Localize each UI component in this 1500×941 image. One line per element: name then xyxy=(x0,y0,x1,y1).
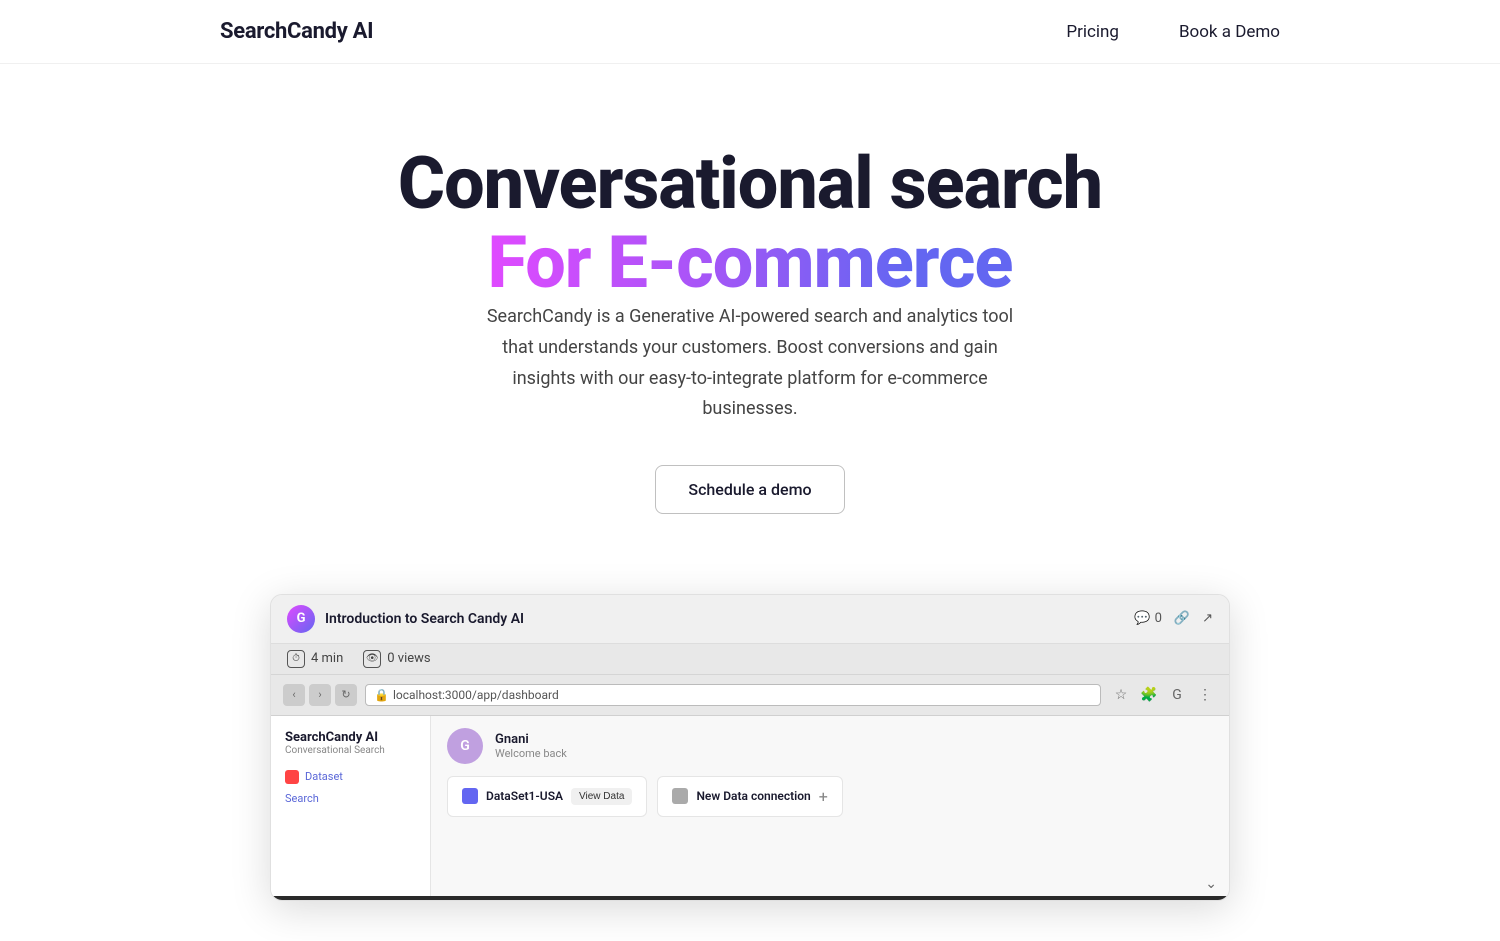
comments-icon: 💬 xyxy=(1134,611,1150,626)
url-text: localhost:3000/app/dashboard xyxy=(393,688,559,702)
view-data-button[interactable]: View Data xyxy=(571,788,632,805)
external-link-icon[interactable]: ↗ xyxy=(1202,611,1213,626)
star-icon[interactable]: ☆ xyxy=(1109,683,1133,707)
logo: SearchCandy AI xyxy=(220,19,373,44)
menu-icon[interactable]: ⋮ xyxy=(1193,683,1217,707)
address-bar[interactable]: 🔒 localhost:3000/app/dashboard xyxy=(365,684,1101,706)
main-nav: Pricing Book a Demo xyxy=(1066,22,1280,42)
video-topbar-right: 💬 0 🔗 ↗ xyxy=(1134,611,1213,626)
hero-title-line2: For E-commerce xyxy=(488,220,1013,305)
dataset-card-icon xyxy=(462,788,478,804)
user-name: Gnani xyxy=(495,732,567,747)
video-topbar: G Introduction to Search Candy AI 💬 0 🔗 … xyxy=(271,595,1229,644)
search-label: Search xyxy=(285,792,319,805)
site-header: SearchCandy AI Pricing Book a Demo xyxy=(0,0,1500,64)
lock-icon: 🔒 xyxy=(374,688,389,702)
forward-button[interactable]: › xyxy=(309,684,331,706)
google-icon[interactable]: G xyxy=(1165,683,1189,707)
app-sidebar-sub: Conversational Search xyxy=(285,745,416,756)
clock-icon: ⏱ xyxy=(287,650,305,668)
new-connection-card[interactable]: New Data connection + xyxy=(657,776,842,817)
views-value: 0 views xyxy=(387,651,430,666)
new-connection-icon xyxy=(672,788,688,804)
eye-icon: 👁 xyxy=(363,650,381,668)
hero-title: Conversational search For E-commerce xyxy=(398,144,1102,302)
hero-description: SearchCandy is a Generative AI-powered s… xyxy=(470,302,1030,424)
video-avatar: G xyxy=(287,605,315,633)
views-stat: 👁 0 views xyxy=(363,650,430,668)
new-connection-label: New Data connection xyxy=(696,789,810,803)
app-main: G Gnani Welcome back DataSet1-USA View D… xyxy=(431,716,1229,896)
video-title: Introduction to Search Candy AI xyxy=(325,611,524,627)
video-section: G Introduction to Search Candy AI 💬 0 🔗 … xyxy=(0,574,1500,941)
sidebar-item-dataset[interactable]: Dataset xyxy=(285,766,416,788)
app-sidebar-title: SearchCandy AI xyxy=(285,730,416,745)
hero-title-line1: Conversational search xyxy=(398,141,1102,226)
back-button[interactable]: ‹ xyxy=(283,684,305,706)
sidebar-item-search[interactable]: Search xyxy=(285,788,416,809)
app-main-header: G Gnani Welcome back xyxy=(447,728,1213,764)
duration-stat: ⏱ 4 min xyxy=(287,650,343,668)
comments-count: 💬 0 xyxy=(1134,611,1162,626)
dataset-card-label: DataSet1-USA xyxy=(486,789,563,803)
refresh-button[interactable]: ↻ xyxy=(335,684,357,706)
video-progress-bar: ⌄ xyxy=(271,896,1229,900)
nav-book-demo[interactable]: Book a Demo xyxy=(1179,22,1280,42)
browser-nav: ‹ › ↻ xyxy=(283,684,357,706)
dataset-card[interactable]: DataSet1-USA View Data xyxy=(447,776,647,817)
app-cards: DataSet1-USA View Data New Data connecti… xyxy=(447,776,1213,817)
cta-button[interactable]: Schedule a demo xyxy=(655,465,844,514)
extensions-icon[interactable]: 🧩 xyxy=(1137,683,1161,707)
app-user-avatar: G xyxy=(447,728,483,764)
video-stats-bar: ⏱ 4 min 👁 0 views xyxy=(271,644,1229,675)
user-welcome: Welcome back xyxy=(495,747,567,760)
duration-value: 4 min xyxy=(311,651,343,666)
browser-actions: ☆ 🧩 G ⋮ xyxy=(1109,683,1217,707)
video-topbar-left: G Introduction to Search Candy AI xyxy=(287,605,524,633)
dataset-icon xyxy=(285,770,299,784)
link-icon[interactable]: 🔗 xyxy=(1174,611,1190,626)
sidebar-dataset-label: Dataset xyxy=(305,770,343,783)
app-main-header-text: Gnani Welcome back xyxy=(495,732,567,760)
hero-section: Conversational search For E-commerce Sea… xyxy=(0,64,1500,574)
app-sidebar: SearchCandy AI Conversational Search Dat… xyxy=(271,716,431,896)
add-icon[interactable]: + xyxy=(819,787,828,806)
nav-pricing[interactable]: Pricing xyxy=(1066,22,1119,42)
video-container: G Introduction to Search Candy AI 💬 0 🔗 … xyxy=(270,594,1230,901)
app-content: SearchCandy AI Conversational Search Dat… xyxy=(271,716,1229,896)
video-chevron-icon[interactable]: ⌄ xyxy=(1205,876,1217,892)
browser-chrome: ‹ › ↻ 🔒 localhost:3000/app/dashboard ☆ 🧩… xyxy=(271,675,1229,716)
